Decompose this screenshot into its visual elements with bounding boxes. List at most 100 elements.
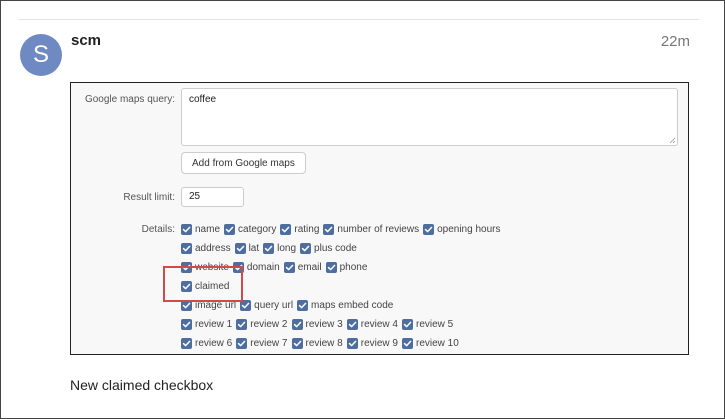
details-checkbox[interactable]: query url xyxy=(240,299,294,311)
checkbox-label: website xyxy=(195,261,229,273)
details-checkbox[interactable]: review 3 xyxy=(291,318,343,330)
details-checkbox[interactable]: review 2 xyxy=(236,318,288,330)
details-row: name category rating number of reviews openi… xyxy=(181,222,504,236)
divider xyxy=(19,19,699,20)
checkbox-checked-icon[interactable] xyxy=(181,299,192,311)
details-checkbox[interactable]: maps embed code xyxy=(297,299,394,311)
details-checkbox[interactable]: website xyxy=(181,261,229,273)
post-caption: New claimed checkbox xyxy=(70,377,214,393)
checkbox-checked-icon[interactable] xyxy=(402,337,413,349)
query-label: Google maps query: xyxy=(84,94,175,105)
details-checkbox[interactable]: review 7 xyxy=(236,337,288,349)
checkbox-label: image url xyxy=(195,299,237,311)
checkbox-checked-icon[interactable] xyxy=(181,223,192,235)
checkbox-checked-icon[interactable] xyxy=(297,299,309,311)
checkbox-label: number of reviews xyxy=(337,223,420,235)
details-checkbox[interactable]: phone xyxy=(325,261,368,273)
post-timestamp[interactable]: 22m xyxy=(661,33,690,50)
checkbox-label: review 7 xyxy=(250,337,288,349)
checkbox-checked-icon[interactable] xyxy=(236,337,248,349)
checkbox-checked-icon[interactable] xyxy=(181,280,192,292)
checkbox-checked-icon[interactable] xyxy=(323,223,335,235)
checkbox-checked-icon[interactable] xyxy=(181,261,192,273)
checkbox-checked-icon[interactable] xyxy=(181,337,192,349)
checkbox-label: rating xyxy=(294,223,320,235)
details-row: claimed xyxy=(181,279,233,293)
checkbox-checked-icon[interactable] xyxy=(181,242,192,254)
checkbox-checked-icon[interactable] xyxy=(300,242,312,254)
checkbox-checked-icon[interactable] xyxy=(291,318,303,330)
details-checkbox[interactable]: plus code xyxy=(300,242,357,254)
checkbox-label: category xyxy=(238,223,277,235)
checkbox-label: long xyxy=(277,242,297,254)
checkbox-label: query url xyxy=(254,299,294,311)
details-checkbox[interactable]: image url xyxy=(181,299,237,311)
details-checkbox[interactable]: name xyxy=(181,223,221,235)
checkbox-label: name xyxy=(195,223,221,235)
checkbox-checked-icon[interactable] xyxy=(234,242,246,254)
query-textarea[interactable]: coffee xyxy=(181,88,678,146)
checkbox-checked-icon[interactable] xyxy=(423,223,435,235)
details-checkbox[interactable]: number of reviews xyxy=(323,223,420,235)
details-checkbox[interactable]: rating xyxy=(280,223,320,235)
checkbox-checked-icon[interactable] xyxy=(236,318,248,330)
checkbox-checked-icon[interactable] xyxy=(263,242,275,254)
result-limit-input[interactable]: 25 xyxy=(181,187,244,207)
checkbox-checked-icon[interactable] xyxy=(280,223,292,235)
username[interactable]: scm xyxy=(71,32,101,49)
add-from-google-maps-button[interactable]: Add from Google maps xyxy=(181,152,306,174)
resize-handle-icon[interactable] xyxy=(669,137,676,144)
details-row: website domain email phone xyxy=(181,260,371,274)
result-limit-value: 25 xyxy=(189,191,201,202)
details-row: address lat long plus code xyxy=(181,241,361,255)
checkbox-label: review 10 xyxy=(416,337,459,349)
details-checkbox[interactable]: long xyxy=(263,242,297,254)
details-checkbox[interactable]: lat xyxy=(234,242,259,254)
checkbox-checked-icon[interactable] xyxy=(325,261,337,273)
checkbox-label: domain xyxy=(246,261,280,273)
result-limit-label: Result limit: xyxy=(123,192,175,203)
checkbox-checked-icon[interactable] xyxy=(224,223,236,235)
checkbox-label: review 6 xyxy=(195,337,233,349)
checkbox-label: review 8 xyxy=(305,337,343,349)
checkbox-label: review 1 xyxy=(195,318,233,330)
query-value: coffee xyxy=(189,94,217,105)
checkbox-checked-icon[interactable] xyxy=(346,318,358,330)
details-row: image url query url maps embed code xyxy=(181,298,397,312)
details-checkbox[interactable]: email xyxy=(283,261,322,273)
details-checkbox[interactable]: review 1 xyxy=(181,318,233,330)
details-checkbox[interactable]: review 9 xyxy=(346,337,398,349)
checkbox-label: email xyxy=(297,261,322,273)
checkbox-label: address xyxy=(195,242,231,254)
checkbox-label: plus code xyxy=(314,242,357,254)
details-checkbox[interactable]: review 6 xyxy=(181,337,233,349)
checkbox-checked-icon[interactable] xyxy=(346,337,358,349)
checkbox-checked-icon[interactable] xyxy=(291,337,303,349)
checkbox-checked-icon[interactable] xyxy=(283,261,295,273)
details-row: review 6 review 7 review 8 review 9 review 1… xyxy=(181,336,463,350)
checkbox-label: phone xyxy=(339,261,368,273)
details-checkbox[interactable]: review 4 xyxy=(346,318,398,330)
checkbox-label: review 9 xyxy=(360,337,398,349)
checkbox-checked-icon[interactable] xyxy=(232,261,244,273)
checkbox-label: review 5 xyxy=(416,318,454,330)
details-checkbox[interactable]: opening hours xyxy=(423,223,500,235)
screenshot-frame: S scm 22m Google maps query: coffee Add … xyxy=(0,0,725,419)
details-checkbox[interactable]: category xyxy=(224,223,277,235)
screenshot-panel: Google maps query: coffee Add from Googl… xyxy=(70,82,689,355)
details-label: Details: xyxy=(141,224,175,235)
checkbox-checked-icon[interactable] xyxy=(240,299,252,311)
checkbox-label: maps embed code xyxy=(311,299,394,311)
checkbox-label: review 2 xyxy=(250,318,288,330)
details-checkbox[interactable]: claimed xyxy=(181,280,230,292)
details-checkbox[interactable]: review 10 xyxy=(402,337,459,349)
checkbox-checked-icon[interactable] xyxy=(402,318,413,330)
details-checkbox[interactable]: address xyxy=(181,242,231,254)
checkbox-checked-icon[interactable] xyxy=(181,318,192,330)
details-row: review 1 review 2 review 3 review 4 review 5 xyxy=(181,317,457,331)
details-checkbox[interactable]: review 5 xyxy=(402,318,454,330)
avatar[interactable]: S xyxy=(20,34,62,76)
details-checkbox[interactable]: review 8 xyxy=(291,337,343,349)
details-checkbox[interactable]: domain xyxy=(232,261,280,273)
checkbox-label: claimed xyxy=(195,280,230,292)
